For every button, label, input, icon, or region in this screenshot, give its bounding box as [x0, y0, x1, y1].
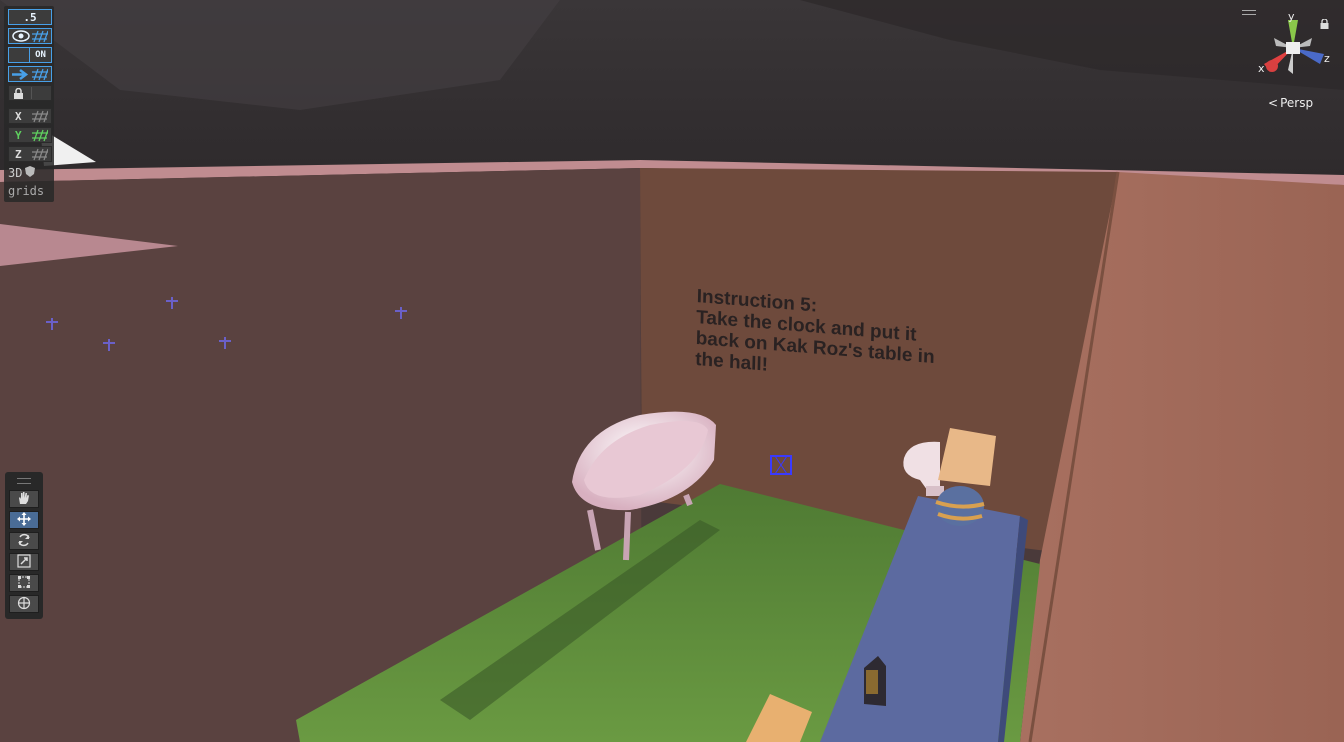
mode-3d-toggle[interactable]: 3D — [8, 165, 52, 181]
shield-icon — [24, 165, 36, 181]
projection-toggle[interactable]: < Persp — [1268, 96, 1313, 110]
snap-value-field[interactable]: .5 — [8, 9, 52, 25]
view-tool-button[interactable] — [9, 490, 39, 508]
scale-tool-button[interactable] — [9, 553, 39, 571]
scale-icon — [17, 553, 31, 572]
move-tool-button[interactable] — [9, 511, 39, 529]
rect-transform-icon — [17, 574, 31, 593]
transform-icon — [17, 595, 31, 614]
mode-3d-label: 3D — [8, 166, 23, 180]
gizmo-x-label: x — [1258, 62, 1265, 75]
axis-y-toggle[interactable]: Y — [8, 127, 52, 143]
grid-snap-panel: .5 ON X Y Z 3D grids — [4, 6, 54, 202]
axis-z-toggle[interactable]: Z — [8, 146, 52, 162]
grid-icon — [32, 68, 49, 84]
grid-icon — [32, 148, 49, 164]
eye-icon — [12, 30, 30, 45]
hand-icon — [17, 490, 31, 509]
toggle-on-label: ON — [35, 50, 46, 60]
axis-y-label: Y — [15, 128, 22, 142]
axis-x-toggle[interactable]: X — [8, 108, 52, 124]
push-to-grid-button[interactable] — [8, 66, 52, 82]
grid-icon — [32, 129, 49, 145]
scene-viewport[interactable] — [0, 0, 1344, 742]
axis-x-label: X — [15, 109, 22, 123]
palette-drag-handle[interactable] — [17, 478, 31, 484]
grid-visibility-toggle[interactable] — [8, 28, 52, 44]
rotate-icon — [17, 532, 31, 551]
scene-gizmo[interactable]: y z x < Persp — [1242, 8, 1336, 112]
grid-icon — [32, 30, 49, 46]
lock-icon — [13, 87, 24, 102]
chevron-left-icon: < — [1268, 96, 1279, 110]
transform-tool-button[interactable] — [9, 595, 39, 613]
snap-on-toggle[interactable]: ON — [8, 47, 52, 63]
gizmo-y-label: y — [1288, 10, 1295, 23]
rotate-tool-button[interactable] — [9, 532, 39, 550]
lock-toggle[interactable] — [8, 85, 52, 101]
grid-icon — [32, 110, 49, 126]
gizmo-z-label: z — [1324, 52, 1330, 65]
axis-z-label: Z — [15, 147, 22, 161]
projection-label: Persp — [1280, 96, 1314, 110]
arrow-right-icon — [12, 69, 30, 83]
move-icon — [17, 511, 31, 530]
grids-label: grids — [8, 184, 45, 198]
tool-palette — [5, 472, 43, 619]
rect-tool-button[interactable] — [9, 574, 39, 592]
